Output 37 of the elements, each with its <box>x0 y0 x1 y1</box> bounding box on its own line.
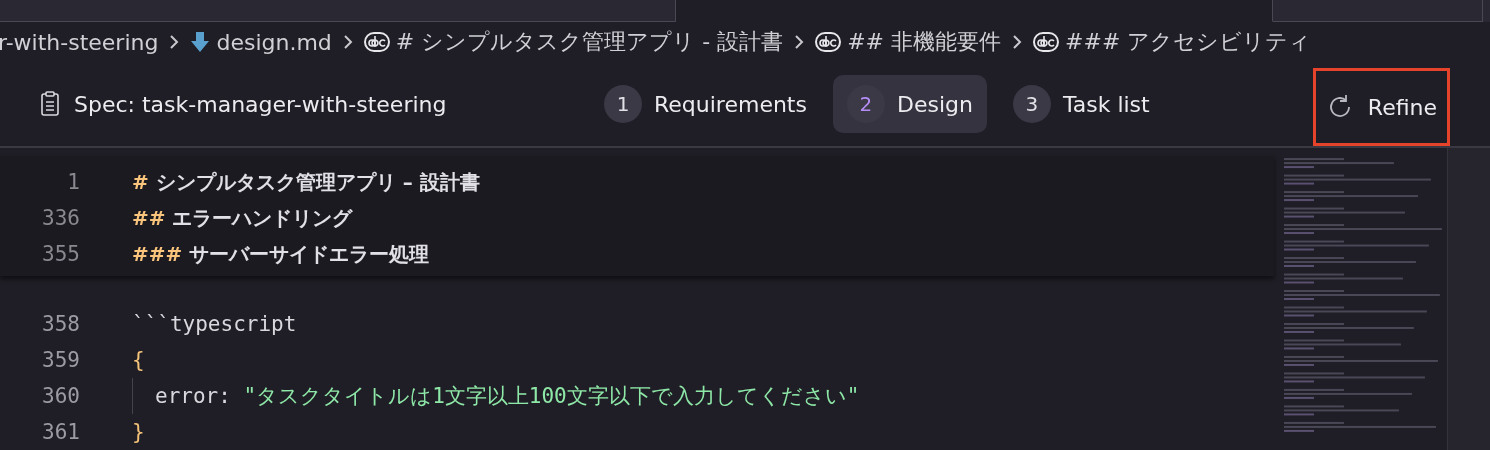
editor-tab[interactable] <box>1273 0 1483 22</box>
line-number: 361 <box>41 420 80 444</box>
code-line: { <box>132 348 145 372</box>
chevron-icon <box>1011 33 1024 51</box>
chevron-icon <box>793 33 806 51</box>
line-number: 359 <box>41 348 80 372</box>
breadcrumb-item[interactable]: r-with-steering <box>0 29 159 55</box>
step-tab[interactable]: 1 Requirements <box>590 75 821 133</box>
scrollbar[interactable] <box>1447 148 1490 450</box>
breadcrumb-item[interactable]: design.md <box>216 29 332 55</box>
breadcrumb-item[interactable]: ### アクセシビリティ <box>1065 27 1312 57</box>
code-line: } <box>132 420 145 444</box>
breadcrumb-item[interactable]: # シンプルタスク管理アプリ - 設計書 <box>395 27 784 57</box>
string-icon <box>1033 32 1060 52</box>
heading-line: # シンプルタスク管理アプリ – 設計書 <box>132 168 480 196</box>
code-line: error: "タスクタイトルは1文字以上100文字以下で入力してください" <box>155 383 860 410</box>
line-number: 358 <box>41 312 80 336</box>
string-icon <box>363 32 390 52</box>
clipboard-icon <box>40 91 60 117</box>
heading-line: ## エラーハンドリング <box>132 204 353 232</box>
code-line: ```typescript <box>132 312 297 336</box>
string-icon <box>815 32 842 52</box>
editor-tab[interactable] <box>676 0 1273 22</box>
arrow-down-icon <box>190 31 211 53</box>
spec-title: Spec: task-manager-with-steering <box>74 91 447 117</box>
line-number: 1 <box>66 170 80 194</box>
editor-tab[interactable] <box>0 0 676 22</box>
chevron-icon <box>341 33 354 51</box>
refine-button[interactable]: Refine <box>1312 68 1450 146</box>
line-number: 360 <box>41 384 80 408</box>
line-number: 355 <box>41 242 80 266</box>
step-tab[interactable]: 3 Task list <box>998 75 1164 133</box>
heading-line: ### サーバーサイドエラー処理 <box>132 240 430 268</box>
chevron-icon <box>168 33 181 51</box>
step-tab[interactable]: 2 Design <box>832 75 987 133</box>
breadcrumb-item[interactable]: ## 非機能要件 <box>847 27 1002 57</box>
line-number: 336 <box>41 206 80 230</box>
